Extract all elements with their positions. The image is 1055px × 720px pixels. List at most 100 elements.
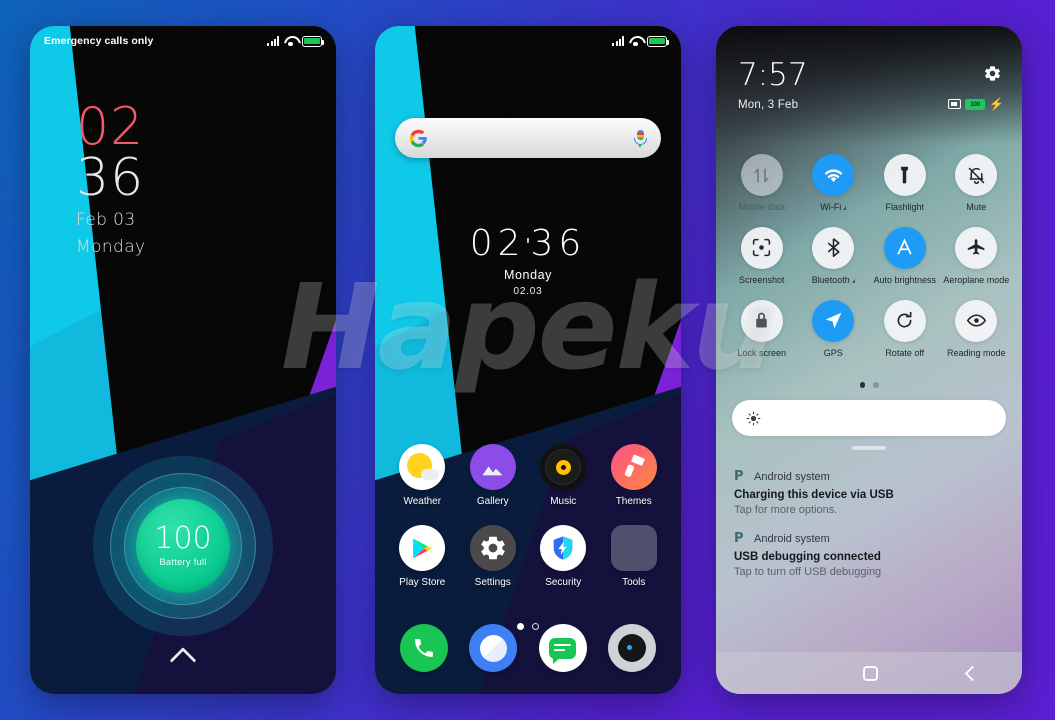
tile-rotate-off[interactable]: Rotate off (869, 299, 941, 359)
tile-reading-mode[interactable]: Reading mode (941, 299, 1013, 359)
tile-label: Mute (966, 202, 987, 212)
tile-wifi[interactable]: Wi-Fi (798, 154, 870, 213)
wifi-icon (629, 36, 642, 47)
app-label: Music (550, 496, 577, 507)
brightness-slider[interactable] (732, 400, 1006, 436)
wifi-icon (812, 154, 855, 196)
tile-label: Lock screen (737, 347, 787, 358)
home-clock-hours: 02 (469, 223, 526, 264)
status-bar: Emergency calls only (30, 26, 336, 56)
browser-icon[interactable] (469, 624, 518, 672)
tile-mobile-data[interactable]: Mobile data (726, 154, 798, 213)
lock-icon (740, 299, 783, 342)
gallery-icon (469, 444, 516, 490)
themes-icon (610, 444, 657, 490)
notification-subtitle: Tap to turn off USB debugging (734, 566, 882, 578)
gear-icon[interactable] (983, 64, 1002, 83)
cast-icon (948, 99, 962, 109)
battery-percent: 100 (154, 521, 212, 556)
app-tools-folder[interactable]: Tools (599, 525, 670, 588)
tile-auto-brightness[interactable]: Auto brightness (869, 226, 941, 286)
phone-icon[interactable] (399, 624, 448, 672)
tile-flashlight[interactable]: Flashlight (869, 154, 941, 213)
android-p-icon: P (734, 531, 744, 546)
recents-icon[interactable] (760, 667, 775, 679)
battery-status-label: Battery full (159, 557, 207, 568)
battery-icon (647, 35, 670, 47)
tile-screenshot[interactable]: Screenshot (726, 226, 798, 286)
phone-home-screen: 02'36 Monday 02.03 Weather Gallery Music (375, 26, 681, 694)
tile-gps[interactable]: GPS (798, 299, 870, 359)
home-icon[interactable] (863, 665, 879, 681)
app-themes[interactable]: Themes (599, 444, 670, 507)
phone-lock-screen: Emergency calls only 02 36 Feb 03 Monday… (30, 26, 336, 694)
tile-lock-screen[interactable]: Lock screen (726, 299, 798, 359)
battery-icon (302, 35, 325, 47)
music-icon (540, 444, 587, 490)
screenshot-icon (740, 226, 783, 269)
google-search-bar[interactable] (395, 118, 661, 158)
mobile-data-icon (740, 154, 783, 196)
auto-brightness-icon (883, 226, 926, 269)
notification-list: P Android system Charging this device vi… (734, 470, 1004, 594)
lock-clock-minutes: 36 (76, 147, 145, 208)
page-dot[interactable] (873, 382, 879, 388)
lock-clock-date: Feb 03 (76, 209, 136, 230)
notification-shade: 7:57 Mon, 3 Feb 100 ⚡ Mobile data Wi-Fi (716, 26, 1022, 694)
messages-icon[interactable] (538, 624, 587, 672)
weather-icon (399, 444, 446, 490)
tile-label: Reading mode (946, 347, 1006, 358)
settings-icon (469, 525, 516, 571)
app-music[interactable]: Music (528, 444, 599, 507)
app-gallery[interactable]: Gallery (458, 444, 529, 507)
battery-level-badge: 100 (965, 98, 986, 110)
shade-status-icons: 100 ⚡ (948, 98, 1004, 110)
chevron-expand-icon[interactable] (851, 278, 855, 283)
android-p-icon: P (734, 469, 744, 484)
tile-label: GPS (823, 347, 843, 358)
app-label: Security (545, 577, 582, 588)
notification-item[interactable]: P Android system Charging this device vi… (734, 470, 1004, 516)
app-settings[interactable]: Settings (458, 525, 529, 588)
tile-bluetooth[interactable]: Bluetooth (798, 226, 870, 286)
battery-widget: 100 Battery full (93, 456, 273, 636)
phone-notification-panel: 7:57 Mon, 3 Feb 100 ⚡ Mobile data Wi-Fi (716, 26, 1022, 694)
notification-app-name: Android system (754, 470, 830, 483)
app-label: Gallery (476, 496, 509, 507)
app-security[interactable]: Security (528, 525, 599, 588)
app-weather[interactable]: Weather (387, 444, 458, 507)
page-dot[interactable] (859, 382, 865, 388)
status-bar (375, 26, 681, 56)
tile-label: Aeroplane mode (943, 274, 1010, 285)
tile-label: Auto brightness (873, 274, 937, 285)
notification-app-name: Android system (754, 532, 830, 545)
lock-clock-weekday: Monday (76, 236, 146, 257)
notification-item[interactable]: P Android system USB debugging connected… (734, 532, 1004, 578)
bluetooth-icon (812, 226, 855, 269)
location-arrow-icon (812, 299, 855, 342)
quick-settings-page-indicator (716, 382, 1022, 388)
back-icon[interactable] (967, 668, 978, 679)
shade-drag-handle[interactable] (852, 446, 886, 450)
notification-subtitle: Tap for more options. (734, 504, 838, 516)
play-store-icon (399, 525, 446, 571)
flashlight-icon (883, 154, 926, 196)
microphone-icon[interactable] (633, 129, 647, 148)
lock-screen: Emergency calls only 02 36 Feb 03 Monday… (30, 26, 336, 694)
tile-mute[interactable]: Mute (941, 154, 1013, 213)
rotate-icon (883, 299, 926, 342)
tile-aeroplane-mode[interactable]: Aeroplane mode (941, 226, 1013, 286)
aeroplane-icon (955, 226, 998, 269)
wifi-icon (284, 36, 297, 47)
home-clock-minutes: 36 (530, 223, 587, 264)
chevron-up-icon[interactable] (174, 651, 193, 670)
app-label: Tools (622, 577, 646, 588)
camera-icon[interactable] (608, 624, 657, 672)
tile-label: Bluetooth (811, 274, 850, 285)
tile-label: Rotate off (885, 347, 925, 358)
app-grid: Weather Gallery Music Themes Play Store … (387, 444, 669, 588)
app-play-store[interactable]: Play Store (387, 525, 458, 588)
tile-label: Screenshot (738, 274, 785, 285)
chevron-expand-icon[interactable] (843, 205, 847, 210)
tile-label: Mobile data (738, 202, 786, 212)
